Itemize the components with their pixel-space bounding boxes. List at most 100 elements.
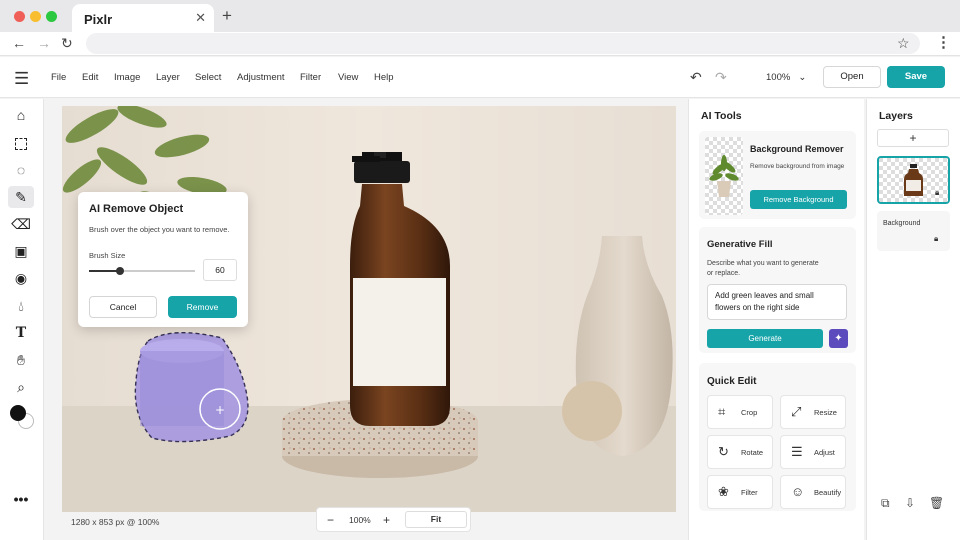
layer-item-product[interactable]: 🔒︎ <box>877 156 950 204</box>
quick-crop-button[interactable]: ⌗ Crop <box>707 395 773 429</box>
hand-icon[interactable]: ✋︎ <box>8 349 34 371</box>
crop-icon: ⌗ <box>718 404 726 419</box>
close-window-dot[interactable] <box>14 11 25 22</box>
brush-icon[interactable]: ✎ <box>8 186 34 208</box>
ai-remove-dialog: AI Remove Object Brush over the object y… <box>78 192 248 327</box>
lasso-icon[interactable]: ◌ <box>8 159 34 181</box>
quick-beautify-label: Beautify <box>814 488 842 497</box>
cancel-button[interactable]: Cancel <box>89 296 157 318</box>
minimize-window-dot[interactable] <box>30 11 41 22</box>
menu-adjustment[interactable]: Adjustment <box>237 72 285 83</box>
add-layer-button[interactable]: + <box>877 129 949 147</box>
bg-remover-desc: Remove background from image <box>750 163 845 170</box>
crop-frame-icon[interactable]: ▣ <box>8 240 34 262</box>
undo-icon[interactable]: ↶ <box>690 69 702 86</box>
browser-tab-bar: Pixlr ✕ + <box>0 0 960 32</box>
color-swatch[interactable] <box>9 404 35 432</box>
more-tools-icon[interactable]: ••• <box>8 488 34 510</box>
menu-help[interactable]: Help <box>374 72 394 83</box>
maximize-window-dot[interactable] <box>46 11 57 22</box>
bg-remover-title: Background Remover <box>750 144 844 154</box>
quick-crop-label: Crop <box>741 408 758 417</box>
drop-icon[interactable]: 💧︎ <box>8 295 34 317</box>
export-layer-icon[interactable]: ⇩ <box>905 496 915 510</box>
zoom-in-button[interactable]: + <box>383 513 390 527</box>
save-button[interactable]: Save <box>887 66 945 88</box>
brush-size-slider[interactable] <box>89 267 195 275</box>
zoom-select[interactable]: 100% ⌄ <box>766 72 806 83</box>
generative-fill-card: Generative Fill Describe what you want t… <box>699 227 856 353</box>
slider-knob[interactable] <box>115 267 124 275</box>
prompt-line-1: Add green leaves and small <box>715 291 814 300</box>
smile-icon: ☺ <box>791 484 805 499</box>
app-window: Pixlr ✕ + ← → ↻ ☆ ⋮ ☰ File Edit Image La… <box>0 0 960 540</box>
marquee-select-icon[interactable] <box>8 132 34 154</box>
resize-icon: ⤢ <box>791 404 802 419</box>
menu-filter[interactable]: Filter <box>300 72 321 83</box>
forward-icon[interactable]: → <box>37 35 51 51</box>
redo-icon[interactable]: ↷ <box>715 69 727 86</box>
zoom-out-button[interactable]: − <box>327 513 334 527</box>
menu-image[interactable]: Image <box>114 72 140 83</box>
plant-thumbnail <box>705 137 743 215</box>
app-menu-bar: ☰ File Edit Image Layer Select Adjustmen… <box>0 57 960 98</box>
gen-fill-prompt-input[interactable]: Add green leaves and small flowers on th… <box>707 284 847 320</box>
quick-resize-button[interactable]: ⤢ Resize <box>780 395 846 429</box>
delete-layer-icon[interactable]: 🗑︎ <box>929 496 944 510</box>
open-button[interactable]: Open <box>823 66 881 88</box>
menu-file[interactable]: File <box>51 72 66 83</box>
quick-filter-button[interactable]: ❀ Filter <box>707 475 773 509</box>
sparkle-icon[interactable]: ✦ <box>829 329 848 348</box>
canvas-status: 1280 x 853 px @ 100% <box>71 517 160 527</box>
fill-icon[interactable]: ◉ <box>8 267 34 289</box>
svg-text:+: + <box>215 403 225 417</box>
foreground-color-icon <box>10 405 26 421</box>
zoom-bar: − 100% + Fit <box>316 507 471 532</box>
filter-circles-icon: ❀ <box>718 484 729 499</box>
home-icon[interactable]: ⌂ <box>8 104 34 126</box>
remove-background-button[interactable]: Remove Background <box>750 190 847 209</box>
quick-adjust-button[interactable]: ☰ Adjust <box>780 435 846 469</box>
menu-edit[interactable]: Edit <box>82 72 98 83</box>
browser-tab[interactable]: Pixlr ✕ <box>72 4 214 32</box>
quick-beautify-button[interactable]: ☺ Beautify <box>780 475 846 509</box>
eraser-icon[interactable]: ⌫ <box>8 213 34 235</box>
back-icon[interactable]: ← <box>12 35 26 51</box>
url-input[interactable] <box>86 33 920 54</box>
duplicate-layer-icon[interactable]: ⧉ <box>881 496 890 511</box>
quick-rotate-label: Rotate <box>741 448 764 457</box>
address-bar: ← → ↻ ☆ ⋮ <box>0 32 960 56</box>
layers-panel: Layers + 🔒︎ Background 🔒︎ ⧉ ⇩ 🗑︎ <box>866 99 960 540</box>
zoom-select-value: 100% <box>766 72 791 83</box>
tab-title: Pixlr <box>84 12 113 27</box>
text-tool-icon[interactable]: T <box>8 322 34 344</box>
bookmark-star-icon[interactable]: ☆ <box>897 35 910 52</box>
remove-button[interactable]: Remove <box>168 296 237 318</box>
menu-view[interactable]: View <box>338 72 358 83</box>
new-tab-icon[interactable]: + <box>222 6 232 26</box>
generate-button[interactable]: Generate <box>707 329 823 348</box>
ai-tools-heading: AI Tools <box>701 110 742 122</box>
zoom-value: 100% <box>349 515 371 525</box>
quick-filter-label: Filter <box>741 488 758 497</box>
dialog-title: AI Remove Object <box>89 203 184 215</box>
layer-item-background[interactable]: Background 🔒︎ <box>877 211 950 251</box>
lock-icon[interactable]: 🔒︎ <box>935 188 939 198</box>
layers-heading: Layers <box>879 110 913 122</box>
lock-icon[interactable]: 🔒︎ <box>934 234 938 244</box>
quick-edit-card: Quick Edit ⌗ Crop ⤢ Resize ↻ Rotate ☰ Adjust… <box>699 363 856 511</box>
browser-menu-icon[interactable]: ⋮ <box>936 33 951 51</box>
zoom-icon[interactable]: ⌕ <box>8 376 34 398</box>
menu-layer[interactable]: Layer <box>156 72 180 83</box>
tab-close-icon[interactable]: ✕ <box>195 10 206 26</box>
fit-button[interactable]: Fit <box>405 511 467 528</box>
reload-icon[interactable]: ↻ <box>61 35 73 52</box>
hamburger-menu-icon[interactable]: ☰ <box>14 69 29 89</box>
prompt-line-2: flowers on the right side <box>715 303 800 312</box>
menu-select[interactable]: Select <box>195 72 221 83</box>
quick-edit-title: Quick Edit <box>707 376 757 387</box>
brush-size-input[interactable]: 60 <box>203 259 237 281</box>
tool-sidebar: ⌂ ◌ ✎ ⌫ ▣ ◉ 💧︎ T ✋︎ ⌕ ••• <box>0 99 44 540</box>
quick-adjust-label: Adjust <box>814 448 835 457</box>
quick-rotate-button[interactable]: ↻ Rotate <box>707 435 773 469</box>
